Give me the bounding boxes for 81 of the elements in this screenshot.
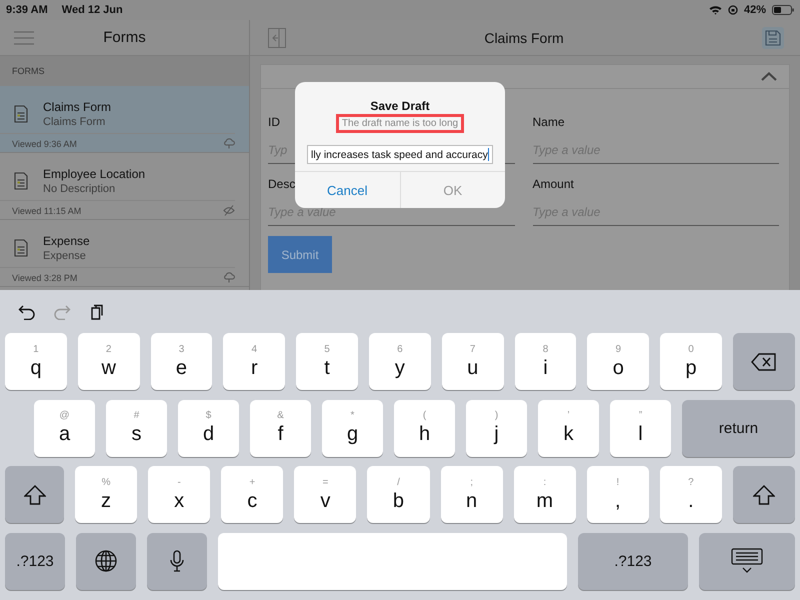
letter-key[interactable]: * g — [322, 400, 383, 456]
menu-icon[interactable] — [14, 30, 34, 44]
save-button[interactable] — [762, 26, 784, 48]
globe-icon — [95, 550, 117, 572]
shift-key[interactable] — [732, 466, 795, 523]
letter-key[interactable]: / b — [367, 466, 430, 523]
letter-key[interactable]: 2 w — [78, 333, 140, 390]
letter-key[interactable]: ? . — [660, 466, 722, 523]
keyboard-key[interactable]: .?123 — [5, 532, 65, 590]
letter-key[interactable]: 8 i — [514, 333, 576, 390]
letter-key[interactable]: 3 e — [150, 333, 212, 390]
viewed-time: Viewed 11:15 AM — [12, 206, 82, 216]
document-icon — [14, 172, 28, 190]
letter-key[interactable]: 7 u — [442, 333, 504, 390]
letter-key[interactable]: ; n — [440, 466, 503, 523]
letter-key[interactable]: ! , — [586, 466, 649, 523]
field-label: ID — [268, 115, 280, 129]
item-subtitle: Expense — [43, 250, 87, 262]
viewed-time: Viewed 3:28 PM — [12, 272, 78, 282]
letter-key[interactable]: ’ k — [538, 400, 599, 456]
letter-key[interactable]: ) j — [466, 400, 527, 456]
letter-key[interactable]: @ a — [34, 400, 95, 456]
item-subtitle: No Description — [43, 183, 116, 195]
letter-key[interactable]: ” l — [610, 400, 671, 456]
letter-key[interactable]: ( h — [394, 400, 455, 456]
letter-key[interactable]: = v — [294, 466, 356, 523]
draft-name-input[interactable]: lly increases task speed and accuracy — [307, 145, 493, 164]
status-time: 9:39 AM — [6, 4, 48, 16]
keyboard-key[interactable]: return — [682, 400, 795, 456]
document-icon — [14, 239, 28, 257]
dialog-title: Save Draft — [370, 99, 430, 113]
undo-icon[interactable] — [18, 304, 36, 320]
section-header: FORMS — [0, 56, 249, 86]
shift-key[interactable] — [5, 466, 64, 523]
letter-key[interactable]: & f — [250, 400, 311, 456]
item-title: Expense — [43, 234, 90, 248]
keyboard-icon — [731, 548, 763, 574]
letter-key[interactable]: 9 o — [587, 333, 650, 390]
hide-keyboard-key[interactable] — [699, 532, 795, 590]
letter-key[interactable]: : m — [514, 466, 576, 523]
field-label: Amount — [532, 177, 574, 191]
rotation-lock-icon — [728, 5, 738, 15]
form-title: Claims Form — [483, 30, 565, 46]
form-list-item[interactable]: Expense Expense Viewed 3:28 PM — [0, 220, 249, 287]
battery-percent: 42% — [744, 4, 766, 16]
letter-key[interactable]: 1 q — [5, 333, 67, 390]
chevron-up-icon[interactable] — [761, 72, 777, 81]
sidebar-title: Forms — [102, 29, 147, 46]
shift-icon — [752, 484, 775, 504]
microphone-key[interactable] — [147, 532, 207, 590]
microphone-icon — [170, 550, 184, 572]
letter-key[interactable]: + c — [221, 466, 284, 523]
backspace-key[interactable] — [732, 333, 795, 390]
letter-key[interactable]: 0 p — [660, 333, 722, 390]
letter-key[interactable]: % z — [75, 466, 138, 523]
letter-key[interactable]: 5 t — [296, 333, 358, 390]
status-date: Wed 12 Jun — [62, 4, 123, 16]
form-list-item[interactable]: Employee Location No Description Viewed 11:15 AM — [0, 153, 249, 220]
cloud-icon — [223, 138, 235, 149]
viewed-time: Viewed 9:36 AM — [12, 138, 77, 148]
letter-key[interactable]: 4 r — [223, 333, 286, 390]
shift-icon — [24, 484, 46, 504]
letter-key[interactable]: - x — [148, 466, 210, 523]
backspace-icon — [750, 352, 777, 370]
globe-key[interactable] — [76, 532, 136, 590]
cloud-icon — [223, 272, 235, 283]
item-title: Employee Location — [43, 167, 146, 181]
document-icon — [14, 105, 28, 123]
battery-icon — [772, 5, 794, 15]
letter-key[interactable]: $ d — [178, 400, 239, 456]
eye-slash-icon — [223, 205, 235, 216]
keyboard-key[interactable]: .?123 — [578, 532, 688, 590]
item-title: Claims Form — [43, 100, 111, 114]
item-subtitle: Claims Form — [43, 116, 106, 128]
form-list-item[interactable]: Claims Form Claims Form Viewed 9:36 AM — [0, 86, 249, 153]
field-label: Name — [532, 115, 565, 129]
wifi-icon — [708, 5, 722, 15]
field-label: Desc — [268, 177, 296, 191]
letter-key[interactable]: 6 y — [368, 333, 431, 390]
letter-key[interactable]: # s — [106, 400, 167, 456]
error-message: The draft name is too long — [336, 114, 464, 133]
